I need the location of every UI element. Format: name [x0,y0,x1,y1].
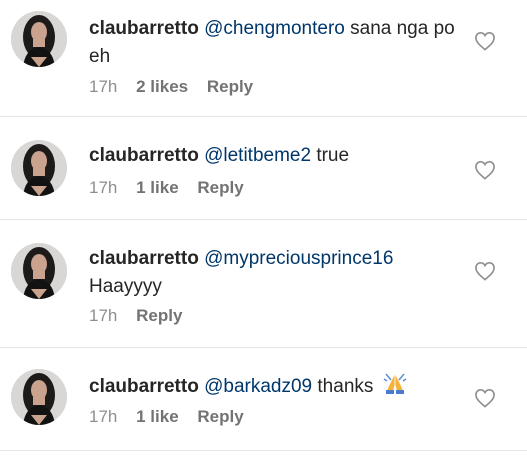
heart-outline-icon[interactable] [474,160,496,180]
comment-item: claubarretto @letitbeme2 true 17h 1 like… [0,117,527,220]
comment-username[interactable]: claubarretto [89,376,199,397]
comment-text: claubarretto @mypreciousprince16 Haayyyy [89,245,464,301]
comment-body: thanks [312,376,374,397]
heart-outline-icon[interactable] [474,261,496,281]
heart-outline-icon[interactable] [474,31,496,51]
avatar[interactable] [11,243,67,299]
comment-time: 17h [89,306,118,325]
comment-mention[interactable]: @chengmontero [204,18,345,39]
comment-meta: 17h 2 likes Reply [89,77,253,97]
reply-button[interactable]: Reply [197,407,243,426]
folded-hands-emoji [382,371,408,395]
comment-username[interactable]: claubarretto [89,145,199,166]
comment-mention[interactable]: @letitbeme2 [204,145,311,166]
avatar[interactable] [11,11,67,67]
reply-button[interactable]: Reply [207,77,253,96]
comment-username[interactable]: claubarretto [89,248,199,269]
comment-meta: 17h 1 like Reply [89,178,244,198]
comment-mention[interactable]: @mypreciousprince16 [204,248,393,269]
comment-time: 17h [89,407,118,426]
comment-item: claubarretto @mypreciousprince16 Haayyyy… [0,220,527,348]
comment-text: claubarretto @letitbeme2 true [89,142,464,170]
comment-time: 17h [89,178,118,197]
comment-item: claubarretto @barkadz09 thanks 17h 1 lik… [0,348,527,451]
comment-body: Haayyyy [89,276,162,297]
comment-mention[interactable]: @barkadz09 [204,376,312,397]
heart-outline-icon[interactable] [474,388,496,408]
comment-likes[interactable]: 2 likes [136,77,188,96]
avatar[interactable] [11,140,67,196]
comment-time: 17h [89,77,118,96]
comment-meta: 17h 1 like Reply [89,407,244,427]
comment-text: claubarretto @chengmontero sana nga po e… [89,15,464,71]
comment-meta: 17h Reply [89,306,182,326]
comment-item: claubarretto @chengmontero sana nga po e… [0,0,527,117]
comment-likes[interactable]: 1 like [136,407,179,426]
comment-body: true [311,145,350,166]
comment-text: claubarretto @barkadz09 thanks [89,371,464,401]
avatar[interactable] [11,369,67,425]
reply-button[interactable]: Reply [136,306,182,325]
comment-username[interactable]: claubarretto [89,18,199,39]
comment-likes[interactable]: 1 like [136,178,179,197]
reply-button[interactable]: Reply [197,178,243,197]
